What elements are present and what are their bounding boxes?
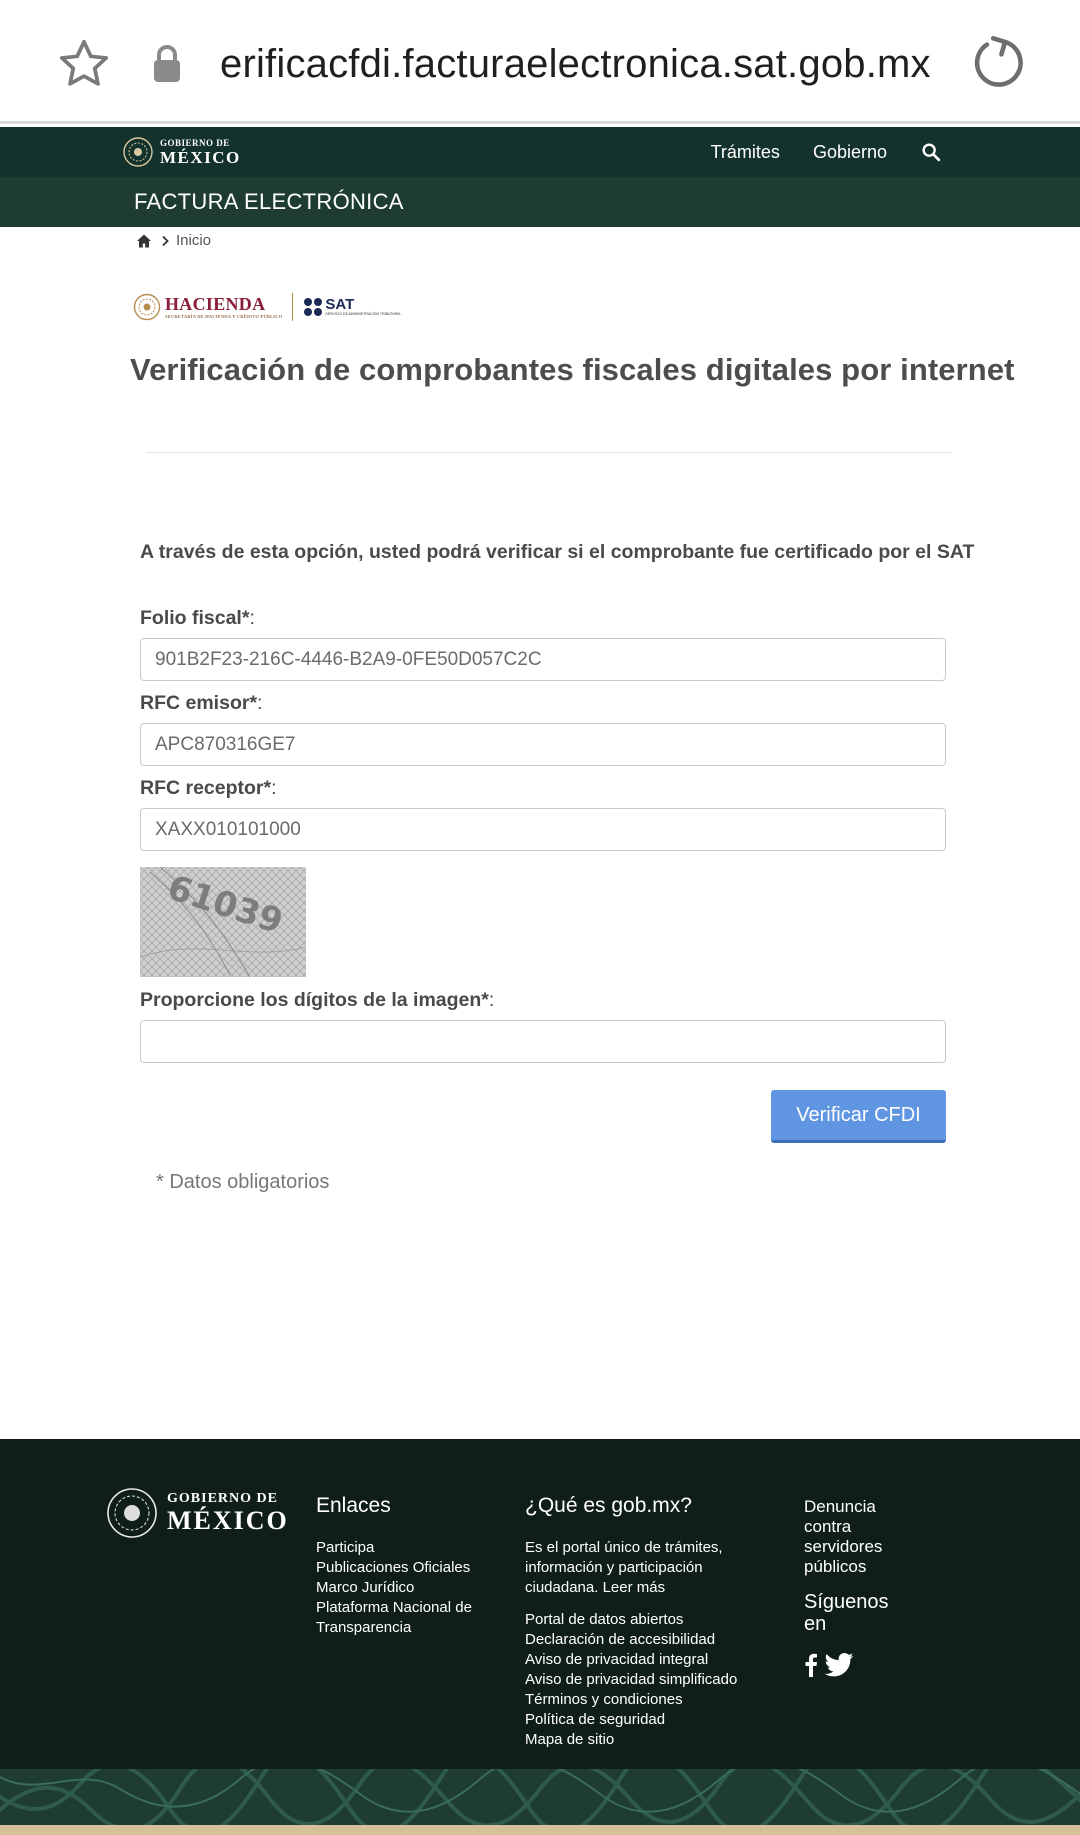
logo-small-text: GOBIERNO DE [160, 137, 230, 148]
link-datos-abiertos[interactable]: Portal de datos abiertos [525, 1610, 765, 1630]
reload-icon[interactable] [970, 34, 1028, 92]
gov-nav: Trámites Gobierno [711, 127, 1080, 177]
footer: GOBIERNO DE MÉXICO Enlaces Participa Pub… [0, 1439, 1080, 1769]
rfc-receptor-input[interactable] [140, 808, 946, 851]
que-es-title: ¿Qué es gob.mx? [525, 1494, 692, 1517]
section-bar: FACTURA ELECTRÓNICA [0, 177, 1080, 227]
sat-mark-icon [304, 298, 323, 316]
nav-tramites[interactable]: Trámites [711, 142, 780, 163]
star-icon[interactable] [56, 36, 112, 92]
enlaces-title: Enlaces [316, 1494, 391, 1517]
link-terminos[interactable]: Términos y condiciones [525, 1690, 765, 1710]
footer-gobierno-logo[interactable]: GOBIERNO DE MÉXICO [105, 1486, 289, 1540]
link-privacidad-simplificado[interactable]: Aviso de privacidad simplificado [525, 1670, 765, 1690]
link-publicaciones[interactable]: Publicaciones Oficiales [316, 1558, 496, 1578]
link-transparencia[interactable]: Plataforma Nacional de Transparencia [316, 1598, 496, 1638]
folio-fiscal-input[interactable] [140, 638, 946, 681]
captcha-image: 61039 [140, 867, 306, 977]
divider [146, 452, 952, 453]
footer-que-es: ¿Qué es gob.mx? Es el portal único de tr… [525, 1494, 765, 1750]
mexico-emblem-icon [123, 137, 153, 167]
hacienda-logo-text: HACIENDA [165, 293, 266, 314]
sat-sub-text: SERVICIO DE ADMINISTRACIÓN TRIBUTARIA [325, 312, 401, 317]
footer-logo-small: GOBIERNO DE [167, 1491, 278, 1506]
link-marco-juridico[interactable]: Marco Jurídico [316, 1578, 496, 1598]
bottom-strip [0, 1825, 1080, 1835]
lock-icon [154, 45, 180, 82]
gov-header: GOBIERNO DE MÉXICO Trámites Gobierno [0, 127, 1080, 177]
verify-cfdi-button[interactable]: Verificar CFDI [771, 1090, 946, 1143]
logo-big-text: MÉXICO [160, 147, 241, 167]
home-icon[interactable] [136, 233, 152, 249]
intro-text: A través de esta opción, usted podrá ver… [140, 541, 975, 563]
breadcrumb-current[interactable]: Inicio [176, 232, 211, 249]
footer-logo-big: MÉXICO [167, 1506, 289, 1535]
mexico-emblem-icon [107, 1488, 157, 1538]
footer-enlaces: Enlaces Participa Publicaciones Oficiale… [316, 1494, 496, 1638]
footer-social: Denuncia contra servidores públicos Sígu… [804, 1497, 914, 1677]
rfc-receptor-label: RFC receptor*: [140, 777, 277, 799]
link-mapa-sitio[interactable]: Mapa de sitio [525, 1730, 765, 1750]
link-privacidad-integral[interactable]: Aviso de privacidad integral [525, 1650, 765, 1670]
link-accesibilidad[interactable]: Declaración de accesibilidad [525, 1630, 765, 1650]
link-seguridad[interactable]: Política de seguridad [525, 1710, 765, 1730]
facebook-icon[interactable] [804, 1653, 818, 1677]
search-icon[interactable] [920, 141, 942, 163]
rfc-emisor-input[interactable] [140, 723, 946, 766]
page-title: Verificación de comprobantes fiscales di… [130, 352, 1015, 387]
section-title[interactable]: FACTURA ELECTRÓNICA [134, 189, 404, 215]
browser-url-bar: erificacfdi.facturaelectronica.sat.gob.m… [0, 0, 1080, 124]
breadcrumb: Inicio [136, 232, 211, 249]
captcha-input[interactable] [140, 1020, 946, 1063]
hacienda-sat-logos: HACIENDA SECRETARÍA DE HACIENDA Y CRÉDIT… [133, 290, 400, 324]
footer-pattern [0, 1769, 1080, 1825]
chevron-right-icon [162, 235, 169, 246]
hacienda-sub-text: SECRETARÍA DE HACIENDA Y CRÉDITO PÚBLICO [165, 313, 283, 319]
logo-separator [292, 293, 294, 321]
gobierno-logo[interactable]: GOBIERNO DE MÉXICO [122, 135, 241, 169]
folio-fiscal-label: Folio fiscal*: [140, 607, 255, 629]
link-participa[interactable]: Participa [316, 1538, 496, 1558]
nav-gobierno[interactable]: Gobierno [813, 142, 887, 163]
sat-logo-text: SAT [325, 296, 355, 314]
required-note: * Datos obligatorios [156, 1171, 330, 1193]
link-denuncia[interactable]: Denuncia contra servidores públicos [804, 1497, 914, 1577]
que-es-text[interactable]: Es el portal único de trámites, informac… [525, 1538, 765, 1598]
twitter-icon[interactable] [824, 1653, 854, 1677]
rfc-emisor-label: RFC emisor*: [140, 692, 263, 714]
siguenos-label: Síguenos en [804, 1591, 889, 1635]
captcha-label: Proporcione los dígitos de la imagen*: [140, 989, 495, 1011]
url-text[interactable]: erificacfdi.facturaelectronica.sat.gob.m… [220, 38, 940, 90]
hacienda-emblem-icon [133, 293, 161, 321]
